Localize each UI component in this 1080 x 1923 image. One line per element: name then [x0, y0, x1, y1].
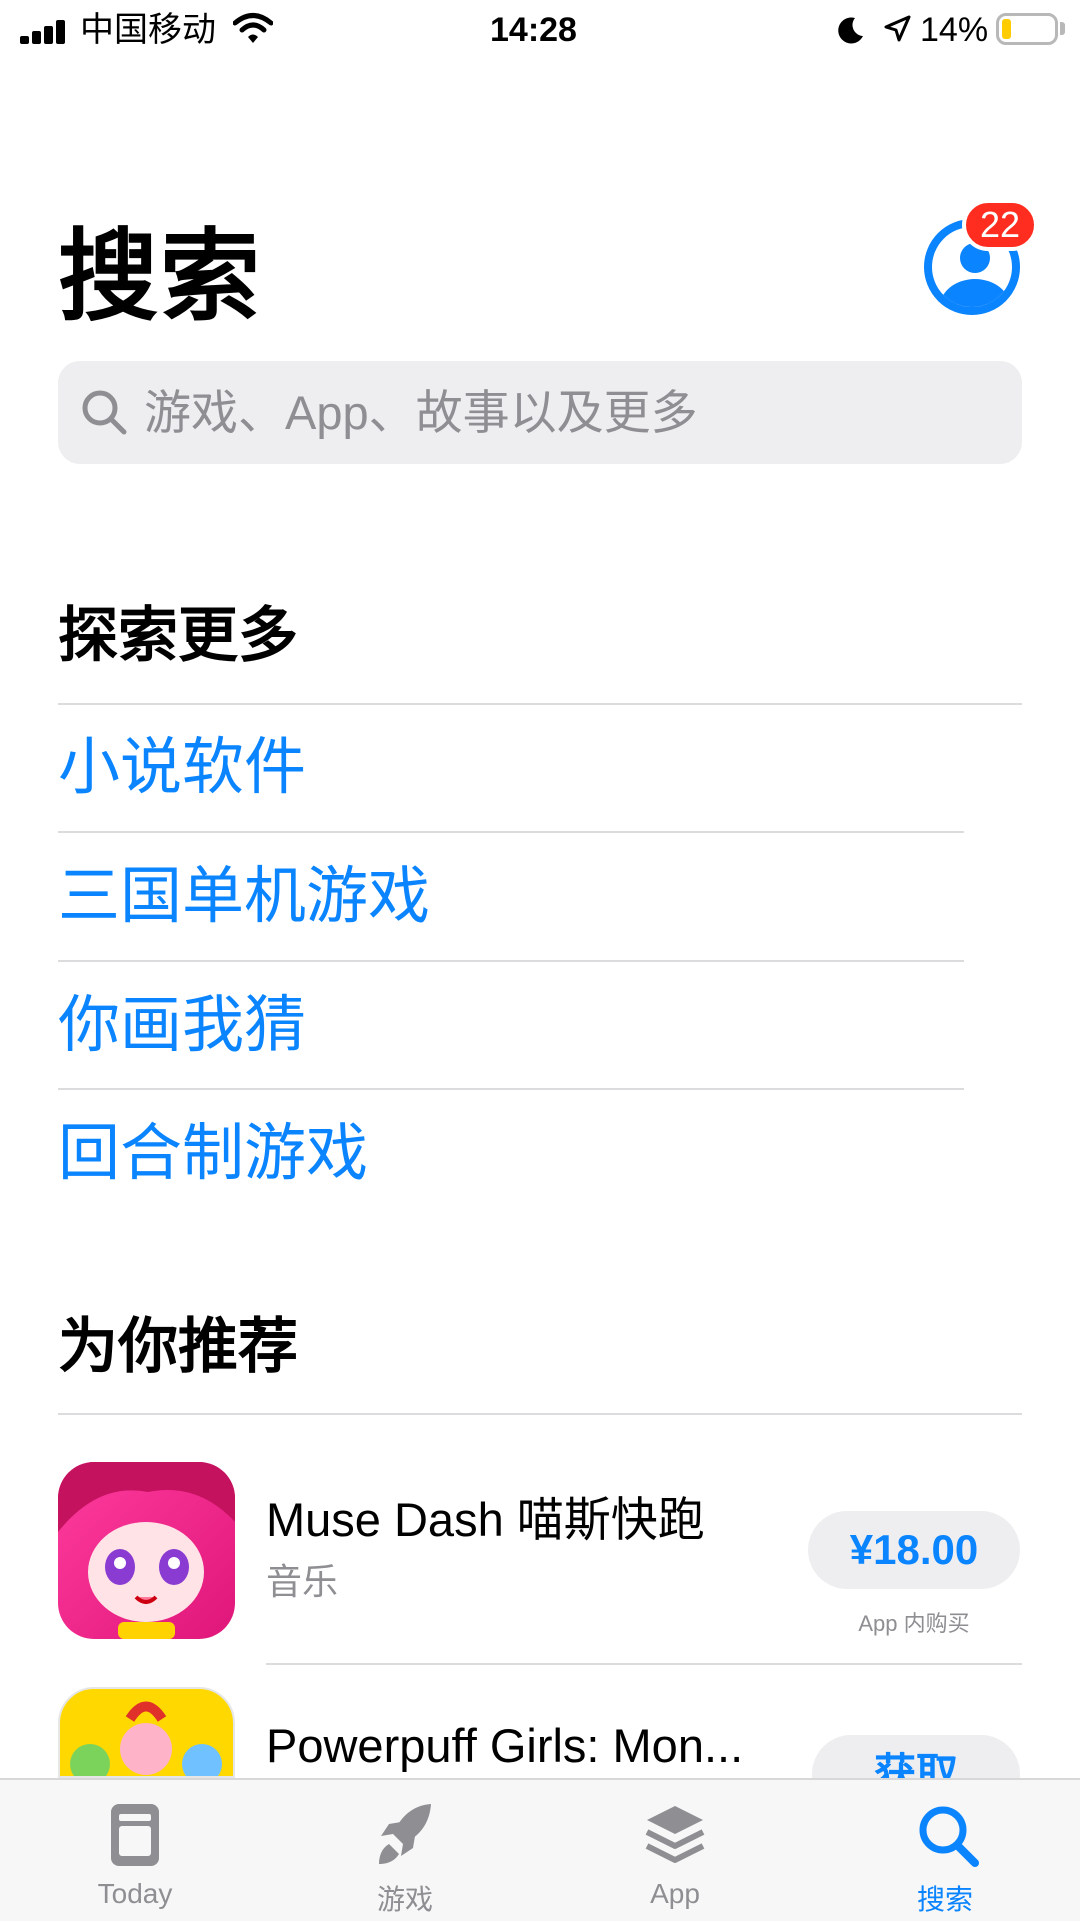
app-icon-muse-dash[interactable] — [58, 1462, 235, 1639]
apps-stack-icon — [645, 1806, 705, 1863]
tab-apps[interactable]: App — [540, 1780, 810, 1923]
get-button-clip: 获取 — [812, 1735, 1020, 1778]
divider — [266, 1663, 1022, 1665]
app-name[interactable]: Powerpuff Girls: Mon... — [266, 1716, 743, 1776]
search-placeholder: 游戏、App、故事以及更多 — [144, 386, 698, 439]
recommend-section-title: 为你推荐 — [58, 1313, 298, 1380]
explore-link[interactable]: 三国单机游戏 — [58, 857, 430, 937]
tab-bar: Today 游戏 App 搜索 — [0, 1778, 1080, 1921]
location-icon — [884, 15, 911, 42]
carrier-label: 中国移动 — [80, 11, 216, 49]
app-name[interactable]: Muse Dash 喵斯快跑 — [266, 1490, 705, 1550]
explore-link[interactable]: 你画我猜 — [58, 986, 306, 1066]
divider — [58, 1088, 964, 1090]
explore-link[interactable]: 小说软件 — [58, 728, 306, 808]
tab-label: 游戏 — [376, 1884, 433, 1915]
in-app-purchase-note: App 内购买 — [858, 1611, 970, 1636]
search-field[interactable]: 游戏、App、故事以及更多 — [58, 361, 1022, 464]
page-title: 搜索 — [58, 221, 262, 333]
tab-label: App — [650, 1878, 700, 1909]
tab-search[interactable]: 搜索 — [810, 1780, 1080, 1923]
divider — [58, 703, 1022, 705]
explore-link[interactable]: 回合制游戏 — [58, 1114, 368, 1194]
explore-section-title: 探索更多 — [58, 602, 298, 669]
battery-cap — [1060, 22, 1065, 35]
divider — [58, 831, 964, 833]
price-button[interactable]: ¥18.00 — [808, 1511, 1020, 1589]
search-icon — [82, 390, 127, 435]
status-bar: 中国移动 14:28 14% — [0, 0, 1080, 60]
search-icon — [919, 1806, 979, 1867]
avatar-body — [939, 279, 1011, 307]
divider — [58, 1413, 1022, 1415]
notification-badge: 22 — [962, 199, 1038, 251]
tab-today[interactable]: Today — [0, 1780, 270, 1923]
today-icon — [111, 1804, 159, 1866]
app-category: 音乐 — [266, 1561, 339, 1602]
get-button[interactable]: 获取 — [812, 1735, 1020, 1778]
battery-percent: 14% — [920, 11, 989, 49]
moon-icon — [838, 17, 863, 44]
clock: 14:28 — [490, 11, 577, 49]
tab-label: 搜索 — [916, 1884, 973, 1915]
divider — [58, 960, 964, 962]
app-icon-powerpuff-girls[interactable] — [58, 1687, 235, 1778]
wifi-icon — [233, 13, 273, 43]
tab-label: Today — [97, 1878, 173, 1909]
muse-dash-artwork — [58, 1462, 235, 1639]
rocket-icon — [379, 1804, 431, 1864]
battery-icon — [996, 13, 1058, 45]
signal-icon — [20, 20, 68, 44]
powerpuff-artwork — [70, 1701, 222, 1776]
tab-games[interactable]: 游戏 — [270, 1780, 540, 1923]
